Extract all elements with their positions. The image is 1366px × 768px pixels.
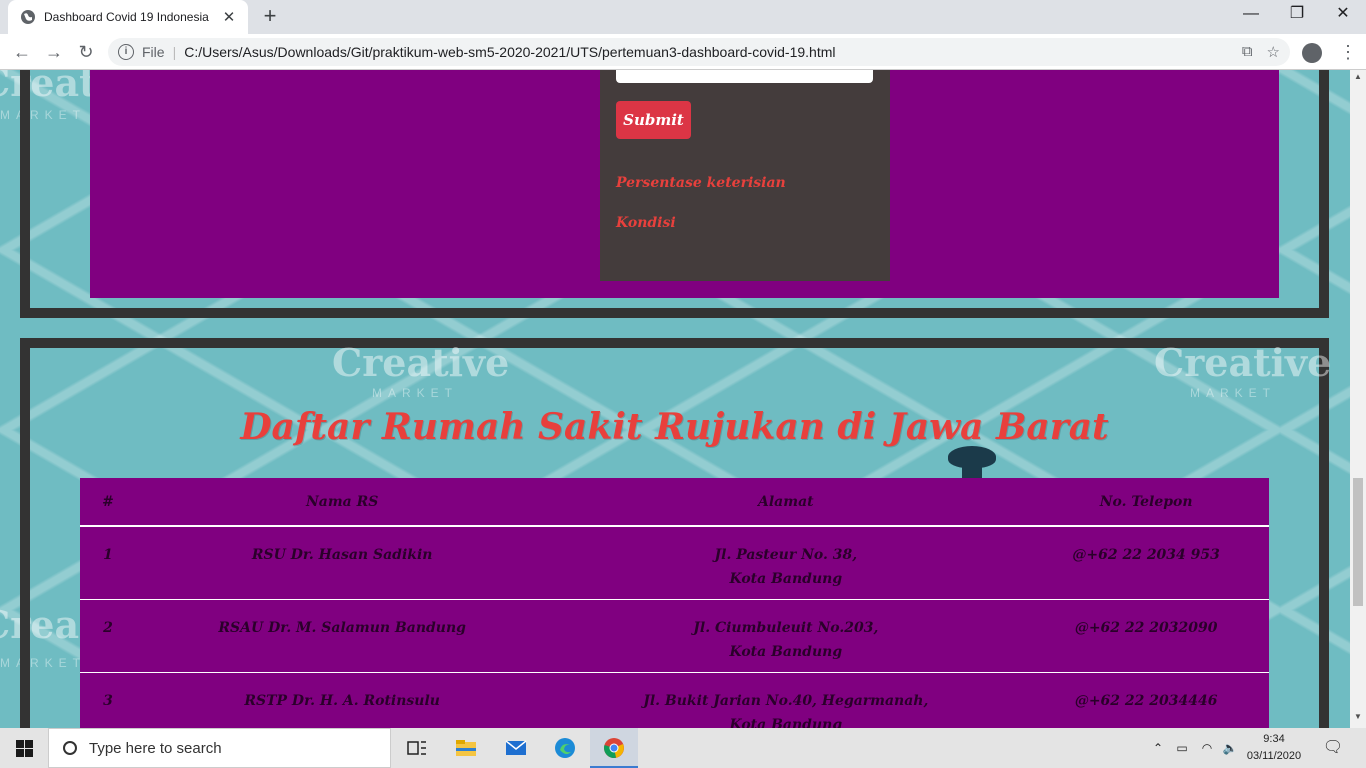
scroll-up-icon[interactable]: ▲ xyxy=(1350,72,1366,81)
edge-browser-icon[interactable] xyxy=(553,736,577,760)
taskbar-search-placeholder: Type here to search xyxy=(89,739,222,757)
purple-panel: Submit Persentase keterisian Kondisi xyxy=(90,70,1279,298)
browser-tab-strip: Dashboard Covid 19 Indonesia ✕ + — ❐ ✕ xyxy=(0,0,1366,34)
watermark-sub: MARKET xyxy=(1190,386,1277,400)
hospital-table: # Nama RS Alamat No. Telepon 1 RSU Dr. H… xyxy=(80,478,1269,728)
address-line: Jl. Bukit Jarian No.40, Hegarmanah, xyxy=(643,692,929,709)
volume-icon[interactable]: 🔈 xyxy=(1220,728,1240,768)
scrollbar-thumb[interactable] xyxy=(1353,478,1363,606)
row-number: 3 xyxy=(80,671,136,728)
browser-toolbar: ← → ↻ i File | C:/Users/Asus/Downloads/G… xyxy=(0,34,1366,70)
start-button[interactable] xyxy=(0,728,48,768)
translate-icon[interactable]: ⧉ xyxy=(1242,43,1253,61)
table-row: 3 RSTP Dr. H. A. Rotinsulu Jl. Bukit Jar… xyxy=(80,671,1269,729)
hospital-list-title: Daftar Rumah Sakit Rujukan di Jawa Barat xyxy=(240,406,1109,448)
scroll-down-icon[interactable]: ▼ xyxy=(1350,712,1366,721)
clock-time: 9:34 xyxy=(1263,733,1285,745)
profile-avatar-icon[interactable] xyxy=(1302,43,1322,63)
file-explorer-icon[interactable] xyxy=(454,736,478,760)
hospital-section-frame: Creative MARKET Creative MARKET Daftar R… xyxy=(20,338,1332,728)
submit-button[interactable]: Submit xyxy=(616,101,691,139)
battery-icon[interactable]: ▭ xyxy=(1172,728,1192,768)
wifi-icon[interactable]: ◠ xyxy=(1196,728,1218,768)
address-bar-actions: ⧉ ☆ xyxy=(1242,43,1280,61)
chrome-taskbar-button[interactable] xyxy=(590,728,638,768)
form-card: Submit Persentase keterisian Kondisi xyxy=(600,70,890,281)
watermark-brand: Creative xyxy=(332,340,510,385)
hospital-name: RSAU Dr. M. Salamun Bandung xyxy=(136,598,549,672)
windows-logo-icon xyxy=(16,740,24,748)
browser-tab[interactable]: Dashboard Covid 19 Indonesia ✕ xyxy=(8,0,248,34)
table-row: 2 RSAU Dr. M. Salamun Bandung Jl. Ciumbu… xyxy=(80,598,1269,672)
row-number: 2 xyxy=(80,598,136,672)
taskbar-search[interactable]: Type here to search xyxy=(48,728,391,768)
new-tab-button[interactable]: + xyxy=(258,5,282,29)
windows-taskbar: Type here to search ⌃ ▭ ◠ 🔈 9:34 03/11/2… xyxy=(0,728,1366,768)
windows-logo-icon xyxy=(16,749,24,757)
windows-logo-icon xyxy=(25,740,33,748)
address-bar[interactable]: i File | C:/Users/Asus/Downloads/Git/pra… xyxy=(108,38,1290,66)
address-url: C:/Users/Asus/Downloads/Git/praktikum-we… xyxy=(184,44,836,60)
notification-icon[interactable]: 🗨 xyxy=(1318,728,1348,768)
page-scrollbar[interactable]: ▲ ▼ xyxy=(1350,70,1366,728)
hospital-phone: @+62 22 2032090 xyxy=(1023,598,1269,672)
globe-icon xyxy=(21,10,35,24)
form-input[interactable] xyxy=(616,70,873,83)
address-line: Jl. Pasteur No. 38, xyxy=(714,547,858,563)
search-icon xyxy=(63,741,77,755)
watermark-brand: Creative xyxy=(1154,340,1332,385)
browser-menu-icon[interactable]: ⋮ xyxy=(1338,42,1358,62)
info-icon[interactable]: i xyxy=(118,44,134,60)
hospital-name: RSU Dr. Hasan Sadikin xyxy=(136,525,549,599)
mail-icon[interactable] xyxy=(504,736,528,760)
watermark-sub: MARKET xyxy=(372,386,459,400)
clock-date: 03/11/2020 xyxy=(1246,750,1302,762)
page-viewport: Creative MARKET Creative MARKET Submit P… xyxy=(0,70,1350,728)
kondisi-link[interactable]: Kondisi xyxy=(616,215,676,231)
bookmark-star-icon[interactable]: ☆ xyxy=(1267,43,1280,61)
hospital-phone: @+62 22 2034446 xyxy=(1023,671,1269,728)
top-section-frame: Submit Persentase keterisian Kondisi xyxy=(20,70,1329,318)
task-view-icon[interactable] xyxy=(405,736,429,760)
hospital-name: RSTP Dr. H. A. Rotinsulu xyxy=(136,671,549,728)
hospital-address: Jl. Bukit Jarian No.40, Hegarmanah, Kota … xyxy=(548,671,1024,729)
address-scheme-label: File xyxy=(142,44,165,60)
window-close-button[interactable]: ✕ xyxy=(1320,0,1366,30)
address-line: Kota Bandung xyxy=(729,571,843,587)
reload-icon[interactable]: ↻ xyxy=(74,40,98,64)
address-line: Kota Bandung xyxy=(729,643,843,660)
tray-chevron-icon[interactable]: ⌃ xyxy=(1148,728,1168,768)
minimize-button[interactable]: — xyxy=(1228,0,1274,30)
column-header: Alamat xyxy=(548,478,1024,527)
column-header: # xyxy=(80,478,136,527)
persentase-keterisian-link[interactable]: Persentase keterisian xyxy=(616,175,786,191)
address-separator: | xyxy=(172,44,177,60)
hospital-address: Jl. Ciumbuleuit No.203, Kota Bandung xyxy=(548,598,1024,672)
address-line: Kota Bandung xyxy=(729,716,843,729)
back-arrow-icon[interactable]: ← xyxy=(10,40,34,64)
hospital-address: Jl. Pasteur No. 38, Kota Bandung xyxy=(548,525,1024,599)
column-header: Nama RS xyxy=(136,478,549,527)
chrome-icon xyxy=(604,738,624,758)
windows-logo-icon xyxy=(25,749,33,757)
forward-arrow-icon[interactable]: → xyxy=(42,40,66,64)
table-row: 1 RSU Dr. Hasan Sadikin Jl. Pasteur No. … xyxy=(80,525,1269,599)
tab-title: Dashboard Covid 19 Indonesia xyxy=(44,10,209,24)
column-header: No. Telepon xyxy=(1023,478,1269,527)
tab-close-icon[interactable]: ✕ xyxy=(220,8,238,26)
row-number: 1 xyxy=(80,525,136,599)
table-header-row: # Nama RS Alamat No. Telepon xyxy=(80,478,1269,527)
address-line: Jl. Ciumbuleuit No.203, xyxy=(693,619,879,636)
taskbar-clock[interactable]: 9:34 03/11/2020 xyxy=(1244,731,1304,765)
maximize-button[interactable]: ❐ xyxy=(1274,0,1320,30)
hospital-phone: @+62 22 2034 953 xyxy=(1023,525,1269,599)
